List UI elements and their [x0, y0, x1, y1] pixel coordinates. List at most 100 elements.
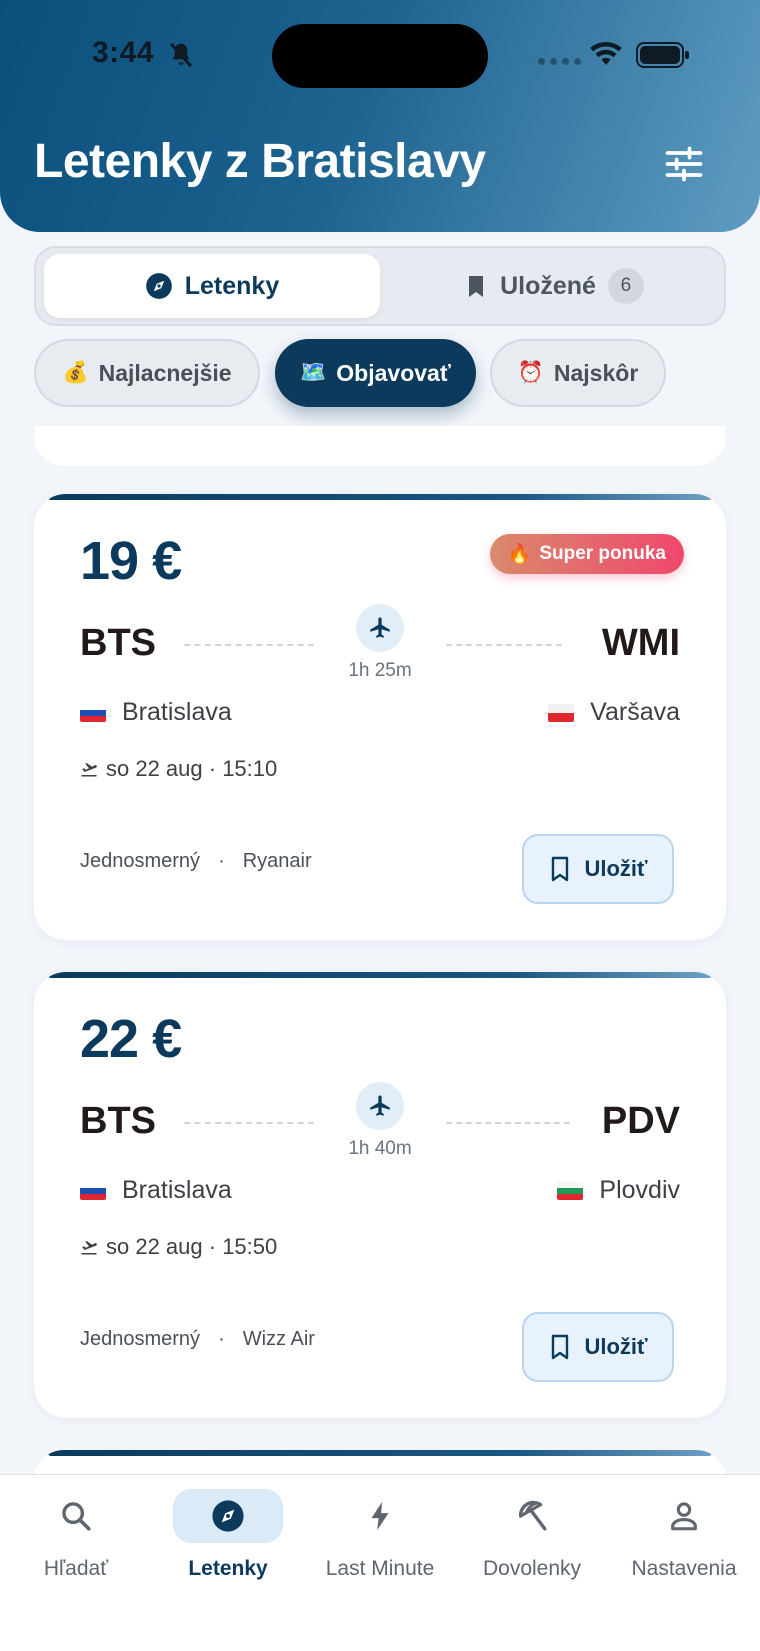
- destination-code: PDV: [601, 1100, 680, 1142]
- nav-item-letenky[interactable]: Letenky: [152, 1489, 304, 1581]
- deal-badge: 🔥 Super ponuka: [489, 534, 684, 574]
- origin-city-name: Bratislava: [122, 698, 232, 726]
- bookmark-icon: [469, 276, 484, 297]
- save-button[interactable]: Uložiť: [522, 834, 674, 904]
- meta-separator: ·: [218, 850, 225, 872]
- destination-city: Plovdiv: [557, 1176, 680, 1205]
- airline-name: Wizz Air: [242, 1328, 315, 1350]
- trip-type: Jednosmerný: [80, 850, 201, 872]
- flight-meta: Jednosmerný · Wizz Air: [80, 1328, 315, 1351]
- status-time: 3:44: [92, 36, 155, 69]
- wifi-icon: [590, 41, 622, 65]
- bottom-navigation: Hľadať Letenky Last Minute Dovolenky Nas…: [0, 1474, 760, 1651]
- view-segmented-control: Letenky Uložené 6: [34, 246, 726, 326]
- bell-muted-icon: [169, 42, 193, 68]
- departure-icon: [81, 763, 97, 777]
- fire-icon: 🔥: [507, 544, 532, 565]
- battery-icon: [636, 42, 689, 68]
- route-line: [446, 1122, 570, 1124]
- nav-item-last-minute[interactable]: Last Minute: [304, 1489, 456, 1581]
- nav-item-dovolenky[interactable]: Dovolenky: [456, 1489, 608, 1581]
- chip-label: Najskôr: [553, 359, 639, 386]
- nav-label: Dovolenky: [482, 1557, 582, 1580]
- airline-name: Ryanair: [242, 850, 312, 872]
- cellular-signal-icon: [538, 58, 581, 65]
- destination-city-name: Plovdiv: [599, 1176, 680, 1204]
- saved-count-badge: 6: [607, 268, 644, 304]
- bolt-icon: [371, 1501, 389, 1531]
- airplane-icon: [370, 1095, 390, 1116]
- origin-code: BTS: [80, 622, 156, 664]
- tab-letenky[interactable]: Letenky: [44, 254, 380, 318]
- origin-city: Bratislava: [80, 1176, 232, 1205]
- flight-duration: 1h 25m: [348, 660, 412, 681]
- trip-type: Jednosmerný: [80, 1328, 201, 1350]
- app-header: 3:44 Letenky z Bratislavy: [0, 0, 760, 232]
- compass-icon: [145, 273, 172, 299]
- poland-flag-icon: [548, 703, 575, 722]
- filter-sliders-icon[interactable]: [662, 142, 706, 186]
- user-icon: [671, 1502, 697, 1531]
- map-icon: 🗺️: [300, 361, 327, 384]
- departure-datetime: so 22 aug · 15:50: [106, 1234, 278, 1259]
- flight-duration: 1h 40m: [348, 1138, 412, 1159]
- nav-item-hladat[interactable]: Hľadať: [0, 1489, 152, 1581]
- bookmark-outline-icon: [552, 856, 569, 882]
- tab-ulozene-label: Uložené: [500, 271, 596, 300]
- chip-label: Objavovať: [336, 359, 451, 386]
- destination-code: WMI: [601, 622, 680, 664]
- flight-card[interactable]: 19 € 🔥 Super ponuka BTS 1h 25m WMI Brati…: [34, 494, 726, 940]
- departure-icon: [81, 1241, 97, 1255]
- flight-price: 22 €: [80, 1009, 182, 1069]
- compass-icon: [212, 1500, 244, 1532]
- alarm-clock-icon: ⏰: [517, 361, 544, 384]
- flight-list[interactable]: 19 € 🔥 Super ponuka BTS 1h 25m WMI Brati…: [0, 426, 760, 1474]
- meta-separator: ·: [218, 1328, 225, 1350]
- beach-umbrella-icon: [518, 1500, 547, 1531]
- slovakia-flag-icon: [80, 1181, 106, 1200]
- nav-label: Nastavenia: [631, 1557, 737, 1580]
- dynamic-island: [272, 24, 488, 88]
- slovakia-flag-icon: [80, 703, 106, 722]
- departure-info: so 22 aug · 15:50: [80, 1234, 277, 1260]
- card-accent-bar: [48, 494, 712, 500]
- money-bag-icon: 💰: [62, 361, 89, 384]
- departure-datetime: so 22 aug · 15:10: [106, 756, 278, 781]
- nav-label: Last Minute: [325, 1557, 435, 1580]
- origin-city: Bratislava: [80, 698, 232, 727]
- plane-badge: [356, 1082, 404, 1130]
- chip-label: Najlacnejšie: [98, 359, 232, 386]
- plane-badge: [356, 604, 404, 652]
- departure-info: so 22 aug · 15:10: [80, 756, 277, 782]
- flight-card-partial: [34, 1450, 726, 1474]
- save-button-label: Uložiť: [584, 856, 648, 881]
- route-line: [184, 1122, 314, 1124]
- flight-price: 19 €: [80, 531, 182, 591]
- nav-item-nastavenia[interactable]: Nastavenia: [608, 1489, 760, 1581]
- tab-ulozene[interactable]: Uložené 6: [386, 254, 722, 318]
- card-accent-bar: [48, 972, 712, 978]
- airplane-icon: [370, 617, 390, 638]
- nav-label: Hľadať: [43, 1557, 109, 1580]
- save-button-label: Uložiť: [584, 1334, 648, 1359]
- route-line: [184, 644, 314, 646]
- flight-meta: Jednosmerný · Ryanair: [80, 850, 312, 873]
- destination-city-name: Varšava: [590, 698, 680, 726]
- destination-city: Varšava: [548, 698, 680, 727]
- flight-card-partial: [34, 426, 726, 466]
- origin-city-name: Bratislava: [122, 1176, 232, 1204]
- nav-label: Letenky: [188, 1557, 268, 1580]
- deal-label: Super ponuka: [539, 543, 666, 564]
- chip-najlacnejsie[interactable]: 💰 Najlacnejšie: [34, 339, 260, 407]
- bookmark-outline-icon: [552, 1334, 569, 1360]
- page-title: Letenky z Bratislavy: [34, 135, 486, 188]
- card-accent-bar: [48, 1450, 712, 1456]
- flight-card[interactable]: 22 € BTS 1h 40m PDV Bratislava Plovdiv s…: [34, 972, 726, 1418]
- chip-objavovat[interactable]: 🗺️ Objavovať: [275, 339, 476, 407]
- tab-letenky-label: Letenky: [184, 271, 280, 300]
- bulgaria-flag-icon: [557, 1181, 584, 1200]
- save-button[interactable]: Uložiť: [522, 1312, 674, 1382]
- chip-najskor[interactable]: ⏰ Najskôr: [490, 339, 666, 407]
- route-line: [446, 644, 562, 646]
- search-icon: [62, 1502, 91, 1531]
